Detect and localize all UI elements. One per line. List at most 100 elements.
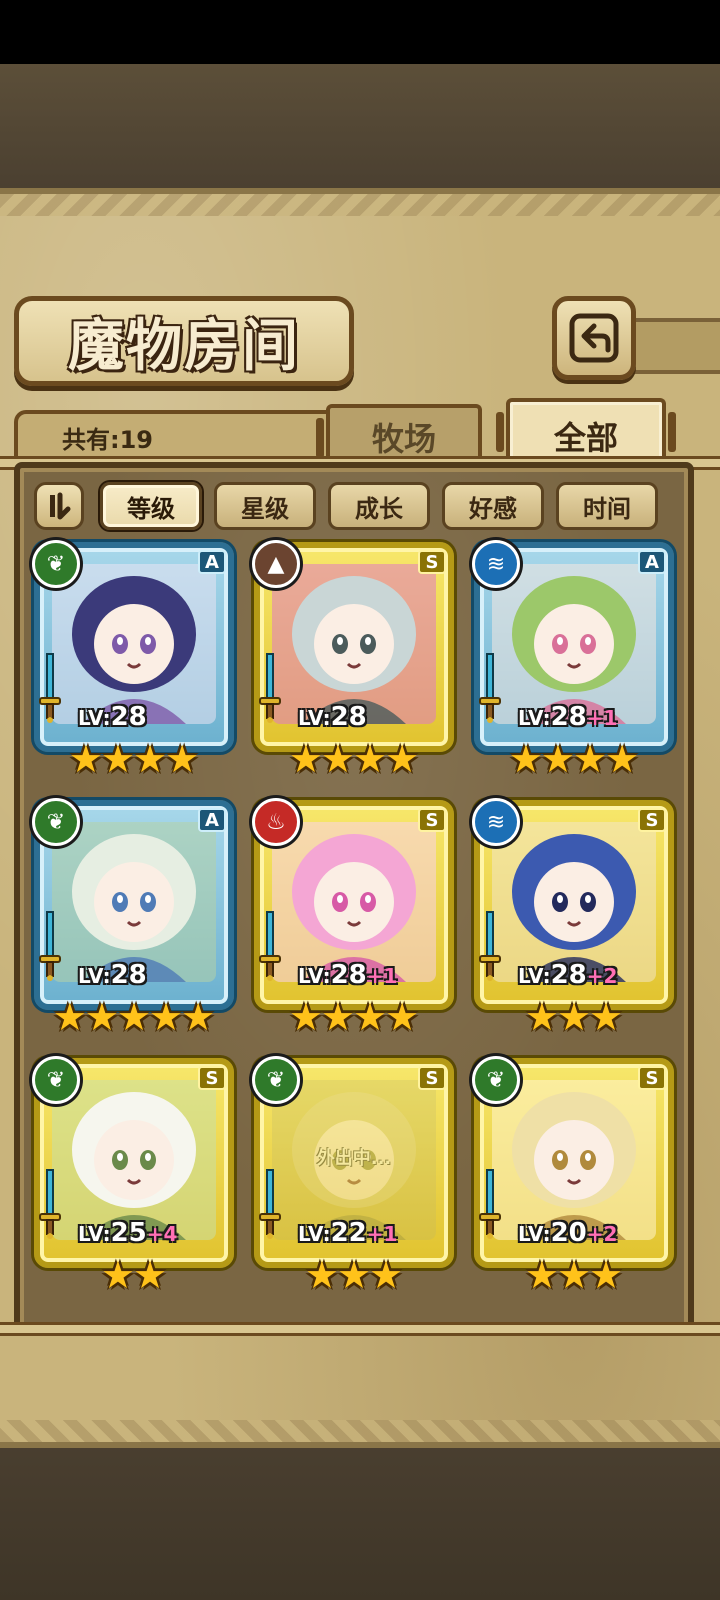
level-prefix: LV: — [78, 1222, 111, 1246]
level-bonus: +1 — [586, 706, 618, 730]
star-rating: ★ ★ ★ ★ — [254, 738, 454, 780]
rank-badge: S — [418, 550, 446, 574]
level-prefix: LV: — [298, 706, 331, 730]
level-bonus: +2 — [586, 1222, 618, 1246]
back-button[interactable] — [552, 296, 636, 380]
water-element-icon: ≋ — [472, 798, 520, 846]
sort-by-growth-button[interactable]: 成长 — [328, 482, 430, 530]
monster-portrait — [52, 564, 216, 724]
sort-by-stars-button[interactable]: 星级 — [214, 482, 316, 530]
monster-portrait — [492, 564, 656, 724]
sword-icon — [258, 910, 282, 982]
rank-badge: A — [198, 808, 226, 832]
rank-badge: S — [638, 1066, 666, 1090]
level-value: 28 — [110, 702, 147, 732]
level-prefix: LV: — [78, 706, 111, 730]
sort-by-time-button[interactable]: 时间 — [556, 482, 658, 530]
monster-level: LV:28 — [298, 702, 367, 736]
level-bonus: +4 — [146, 1222, 178, 1246]
monster-level: LV:20+2 — [518, 1218, 617, 1252]
sword-icon — [478, 1168, 502, 1240]
star-icon: ★ — [304, 1253, 339, 1297]
monster-level: LV:28 — [78, 702, 147, 736]
nature-element-icon: ❦ — [32, 1056, 80, 1104]
monster-card[interactable]: S ❦ LV:20+2 ★ ★ ★ — [472, 1056, 674, 1298]
monster-card[interactable]: S ▲ LV:28 ★ ★ ★ ★ — [252, 540, 454, 782]
star-icon: ★ — [181, 995, 216, 1039]
earth-element-icon: ▲ — [252, 540, 300, 588]
monster-portrait-art — [52, 1080, 216, 1240]
monster-level: LV:28+1 — [298, 960, 397, 994]
level-value: 28 — [330, 960, 367, 990]
nature-element-icon: ❦ — [32, 540, 80, 588]
monster-card[interactable]: S ❦ LV:25+4 ★ ★ — [32, 1056, 234, 1298]
sort-by-stars-label: 星级 — [241, 494, 289, 523]
level-value: 28 — [330, 702, 367, 732]
monster-count: 共有:19 — [62, 425, 153, 454]
status-bar — [0, 0, 720, 64]
level-value: 20 — [550, 1218, 587, 1248]
away-status: 外出中... — [316, 1148, 392, 1169]
level-prefix: LV: — [518, 706, 551, 730]
star-icon: ★ — [353, 995, 388, 1039]
star-icon: ★ — [84, 995, 119, 1039]
monster-portrait — [492, 1080, 656, 1240]
star-icon: ★ — [288, 737, 323, 781]
sword-icon — [258, 1168, 282, 1240]
star-icon: ★ — [320, 995, 355, 1039]
rank-badge: S — [418, 808, 446, 832]
monster-portrait-art — [272, 822, 436, 982]
rank-badge: S — [198, 1066, 226, 1090]
star-icon: ★ — [369, 1253, 404, 1297]
sword-icon — [258, 652, 282, 724]
level-bonus: +1 — [366, 1222, 398, 1246]
level-value: 28 — [110, 960, 147, 990]
sword-icon — [478, 652, 502, 724]
monster-card[interactable]: A ❦ LV:28 ★ ★ ★ ★ — [32, 540, 234, 782]
star-icon: ★ — [320, 737, 355, 781]
level-bonus: +2 — [586, 964, 618, 988]
sort-by-affection-button[interactable]: 好感 — [442, 482, 544, 530]
sort-toggle-icon — [50, 492, 71, 520]
monster-level: LV:25+4 — [78, 1218, 177, 1252]
sort-by-growth-label: 成长 — [355, 494, 403, 523]
level-prefix: LV: — [298, 1222, 331, 1246]
rank-badge: A — [638, 550, 666, 574]
monster-card[interactable]: S ♨ LV:28+1 ★ ★ ★ ★ — [252, 798, 454, 1040]
monster-portrait-art — [492, 564, 656, 724]
sort-order-toggle[interactable] — [34, 482, 84, 530]
monster-portrait-art — [492, 822, 656, 982]
monster-card[interactable]: A ❦ LV:28 ★ ★ ★ ★ ★ — [32, 798, 234, 1040]
star-icon: ★ — [288, 995, 323, 1039]
rank-badge: A — [198, 550, 226, 574]
monster-portrait — [52, 1080, 216, 1240]
star-icon: ★ — [353, 737, 388, 781]
level-value: 28 — [550, 702, 587, 732]
sort-by-level-button[interactable]: 等级 — [100, 482, 202, 530]
tab-all-label: 全部 — [553, 419, 618, 457]
star-rating: ★ ★ ★ — [474, 996, 674, 1038]
sort-by-level-label: 等级 — [127, 494, 175, 523]
monster-card[interactable]: A ≋ LV:28+1 ★ ★ ★ ★ — [472, 540, 674, 782]
tab-ranch-label: 牧场 — [371, 420, 436, 458]
level-value: 25 — [110, 1218, 147, 1248]
star-icon: ★ — [336, 1253, 372, 1297]
star-icon: ★ — [589, 1253, 624, 1297]
monster-count-bar: 共有:19 — [14, 410, 344, 460]
monster-portrait — [272, 822, 436, 982]
rank-badge: S — [638, 808, 666, 832]
monster-portrait-art — [492, 1080, 656, 1240]
sword-icon — [478, 910, 502, 982]
back-button-rail — [630, 318, 720, 374]
sword-icon — [38, 652, 62, 724]
sort-by-affection-label: 好感 — [469, 494, 517, 523]
level-value: 28 — [550, 960, 587, 990]
star-rating: ★ ★ ★ ★ — [474, 738, 674, 780]
level-prefix: LV: — [518, 964, 551, 988]
star-rating: ★ ★ ★ — [254, 1254, 454, 1296]
title-plate: 魔物房间 — [14, 296, 354, 386]
monster-card[interactable]: 外出中... S ❦ LV:22+1 ★ ★ ★ — [252, 1056, 454, 1298]
monster-card[interactable]: S ≋ LV:28+2 ★ ★ ★ — [472, 798, 674, 1040]
water-element-icon: ≋ — [472, 540, 520, 588]
monster-portrait: 外出中... — [272, 1080, 436, 1240]
